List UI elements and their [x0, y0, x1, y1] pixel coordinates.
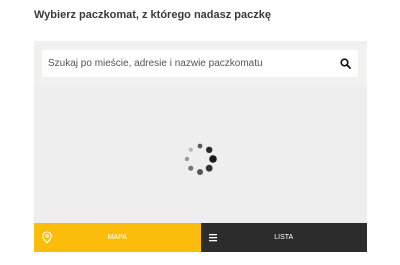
search-input[interactable]	[42, 50, 332, 77]
tab-list[interactable]: LISTA	[200, 223, 367, 252]
list-icon	[208, 234, 217, 242]
search-box	[42, 50, 358, 77]
map-area[interactable]	[34, 86, 367, 223]
search-button[interactable]	[332, 50, 358, 77]
tab-list-label: LISTA	[274, 234, 294, 241]
map-pin-icon	[42, 231, 52, 244]
view-toggle: MAPA LISTA	[34, 223, 367, 252]
loading-spinner-icon	[184, 143, 217, 175]
search-icon	[339, 58, 351, 69]
tab-map[interactable]: MAPA	[34, 223, 201, 252]
tab-map-label: MAPA	[107, 234, 127, 241]
page-heading: Wybierz paczkomat, z którego nadasz pacz…	[34, 9, 271, 21]
parcel-locker-picker: MAPA LISTA	[34, 41, 367, 252]
search-bar	[34, 41, 367, 86]
